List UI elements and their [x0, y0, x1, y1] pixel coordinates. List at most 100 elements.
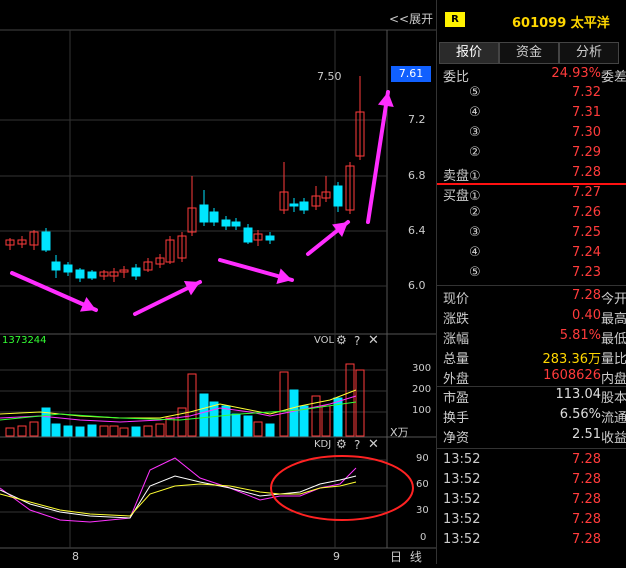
- row-value: 283.36万: [542, 352, 602, 367]
- volume-bar: [5, 427, 15, 437]
- volume-bar: [187, 373, 197, 437]
- stat-row[interactable]: 外盘 1608626 内盘: [437, 368, 626, 388]
- kdj-d-line: [0, 481, 357, 517]
- tab-funds[interactable]: 资金: [499, 42, 559, 64]
- gear-icon[interactable]: ⚙: [336, 333, 347, 347]
- row-label: 13:52: [443, 452, 481, 467]
- row-value: 7.26: [572, 205, 601, 220]
- current-price-badge: 7.61: [391, 66, 431, 82]
- row-value: 7.31: [572, 105, 601, 120]
- row-label: 13:52: [443, 492, 481, 507]
- ask-level-3[interactable]: ③ 7.30: [437, 125, 626, 145]
- row-value: 7.32: [572, 85, 601, 100]
- row-value: 2.51: [572, 427, 601, 442]
- stat-row[interactable]: 现价 7.28 今开: [437, 288, 626, 308]
- date-axis-label: 9: [333, 550, 340, 563]
- row-value: 7.30: [572, 125, 601, 140]
- volume-bar: [63, 425, 73, 437]
- tick-row[interactable]: 13:52 7.28: [437, 512, 626, 532]
- stat-row[interactable]: 涨幅 5.81% 最低: [437, 328, 626, 348]
- volume-bar: [119, 427, 129, 437]
- ask-level-1[interactable]: 卖盘① 7.28: [437, 165, 626, 185]
- candle-body: [75, 269, 85, 279]
- row-label: ②: [469, 145, 481, 160]
- bid-level-2[interactable]: ② 7.26: [437, 205, 626, 225]
- candle-body: [231, 221, 241, 227]
- volume-bar: [17, 425, 27, 437]
- period-selector[interactable]: 日 线: [390, 548, 424, 565]
- ask-level-5[interactable]: ⑤ 7.32: [437, 85, 626, 105]
- stat-row[interactable]: 净资 2.51收益(二: [437, 427, 626, 447]
- close-icon[interactable]: ✕: [368, 333, 379, 348]
- volume-bar: [243, 415, 253, 437]
- bid-level-4[interactable]: ④ 7.24: [437, 245, 626, 265]
- help-icon[interactable]: ?: [354, 334, 360, 348]
- row-label: 外盘: [443, 372, 470, 387]
- tab-analysis[interactable]: 分析: [559, 42, 619, 64]
- volume-bar: [99, 425, 109, 437]
- stat-row[interactable]: 总量 283.36万 量比: [437, 348, 626, 368]
- divider: [437, 448, 626, 449]
- tick-row[interactable]: 13:52 7.28: [437, 532, 626, 552]
- close-icon[interactable]: ✕: [368, 437, 379, 452]
- row-label: ②: [469, 205, 481, 220]
- kline-chart-area[interactable]: <<展开 7.61 7.50 7.2 6.8 6.4 6.0 1373244 V…: [0, 0, 436, 564]
- candle-body: [209, 211, 219, 223]
- row-value: 7.28: [572, 492, 601, 507]
- tick-row[interactable]: 13:52 7.28: [437, 452, 626, 472]
- row-label: 涨跌: [443, 312, 470, 327]
- row-label: 卖盘①: [443, 169, 481, 184]
- row-value: 7.28: [572, 512, 601, 527]
- tick-row[interactable]: 13:52 7.28: [437, 492, 626, 512]
- row-value: 7.23: [572, 265, 601, 280]
- gear-icon[interactable]: ⚙: [336, 437, 347, 451]
- row-label: ⑤: [469, 265, 481, 280]
- volume-bar: [199, 393, 209, 437]
- volume-bar: [355, 369, 365, 437]
- row-value: 7.28: [572, 165, 601, 180]
- expand-button[interactable]: <<展开: [389, 10, 433, 27]
- price-axis-label: 7.2: [408, 113, 426, 126]
- row-suffix: 股本: [601, 391, 626, 406]
- row-label: 13:52: [443, 512, 481, 527]
- candle-body: [131, 267, 141, 277]
- kline-chart-svg[interactable]: [0, 0, 436, 564]
- row-value: 0.40: [572, 308, 601, 323]
- ask-level-2[interactable]: ② 7.29: [437, 145, 626, 165]
- stat-row[interactable]: 换手 6.56% 流通: [437, 407, 626, 427]
- tick-row[interactable]: 13:52 7.28: [437, 472, 626, 492]
- kdj-panel-title: KDJ: [314, 439, 332, 450]
- candle-body: [87, 271, 97, 279]
- volume-bar: [51, 423, 61, 437]
- volume-bar: [75, 426, 85, 437]
- row-value: 7.28: [572, 532, 601, 547]
- candle-body: [63, 264, 73, 273]
- candle-body: [333, 185, 343, 207]
- help-icon[interactable]: ?: [354, 438, 360, 452]
- volume-bar: [253, 421, 263, 437]
- row-value: 7.29: [572, 145, 601, 160]
- volume-bar: [155, 423, 165, 437]
- row-label: ③: [469, 125, 481, 140]
- volume-value-label: 1373244: [2, 335, 47, 346]
- row-label: 涨幅: [443, 332, 470, 347]
- row-value: 7.28: [572, 452, 601, 467]
- stat-row[interactable]: 涨跌 0.40 最高: [437, 308, 626, 328]
- stat-row[interactable]: 市盈 113.04 股本: [437, 387, 626, 407]
- candle-body: [265, 235, 275, 241]
- row-value: 7.28: [572, 472, 601, 487]
- bid-level-5[interactable]: ⑤ 7.23: [437, 265, 626, 285]
- tab-quote[interactable]: 报价: [439, 42, 499, 64]
- quote-side-panel: R 601099 太平洋 报价 资金 分析 委比 24.93% 委差 ⑤ 7.32…: [436, 0, 626, 564]
- row-suffix: 收益(二: [601, 431, 626, 446]
- bid-level-3[interactable]: ③ 7.25: [437, 225, 626, 245]
- row-value: 7.27: [572, 185, 601, 200]
- candle-body: [221, 219, 231, 227]
- ask-level-4[interactable]: ④ 7.31: [437, 105, 626, 125]
- candle-body: [51, 261, 61, 271]
- stock-code-name: 601099 太平洋: [512, 16, 610, 31]
- volume-bar: [29, 421, 39, 437]
- volume-bar: [87, 424, 97, 437]
- row-label: 市盈: [443, 391, 470, 406]
- bid-level-1[interactable]: 买盘① 7.27: [437, 185, 626, 205]
